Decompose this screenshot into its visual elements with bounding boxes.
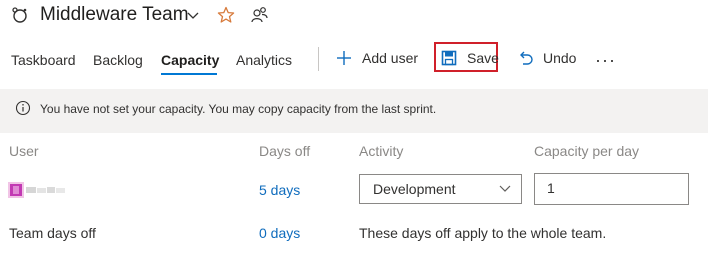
- add-icon: [337, 51, 351, 65]
- user-name-redacted: [26, 187, 65, 193]
- tab-backlog[interactable]: Backlog: [93, 52, 143, 68]
- banner-message: You have not set your capacity. You may …: [40, 102, 437, 116]
- more-actions-button[interactable]: ···: [595, 50, 616, 71]
- chevron-down-icon: [499, 185, 511, 192]
- column-header-activity: Activity: [359, 143, 404, 159]
- tab-capacity[interactable]: Capacity: [161, 52, 219, 68]
- save-button[interactable]: Save: [441, 42, 499, 74]
- tab-analytics[interactable]: Analytics: [236, 52, 292, 68]
- team-days-off-note: These days off apply to the whole team.: [359, 225, 607, 241]
- avatar: [8, 182, 24, 198]
- undo-button[interactable]: Undo: [518, 42, 576, 74]
- info-icon: [15, 100, 31, 116]
- column-header-days-off: Days off: [259, 143, 311, 159]
- column-header-capacity: Capacity per day: [534, 143, 640, 159]
- team-members-icon[interactable]: [251, 6, 268, 23]
- active-tab-indicator: [161, 73, 217, 75]
- activity-dropdown[interactable]: Development: [359, 174, 522, 204]
- add-user-button[interactable]: Add user: [336, 42, 418, 74]
- toolbar-divider: [318, 47, 319, 71]
- team-name[interactable]: Middleware Team: [40, 4, 189, 26]
- team-icon: [12, 7, 27, 23]
- undo-icon: [520, 51, 533, 65]
- activity-value: Development: [373, 181, 456, 197]
- team-days-off-link[interactable]: 0 days: [259, 225, 300, 241]
- capacity-per-day-input[interactable]: 1: [534, 173, 689, 205]
- save-icon: [441, 50, 457, 66]
- tab-taskboard[interactable]: Taskboard: [11, 52, 76, 68]
- save-label: Save: [467, 50, 499, 66]
- column-header-user: User: [9, 143, 39, 159]
- undo-label: Undo: [543, 50, 577, 66]
- team-days-off-label: Team days off: [9, 225, 96, 241]
- favorite-star-icon[interactable]: [217, 6, 235, 24]
- add-user-label: Add user: [362, 50, 419, 66]
- chevron-down-icon[interactable]: [187, 11, 199, 21]
- user-days-off-link[interactable]: 5 days: [259, 182, 300, 198]
